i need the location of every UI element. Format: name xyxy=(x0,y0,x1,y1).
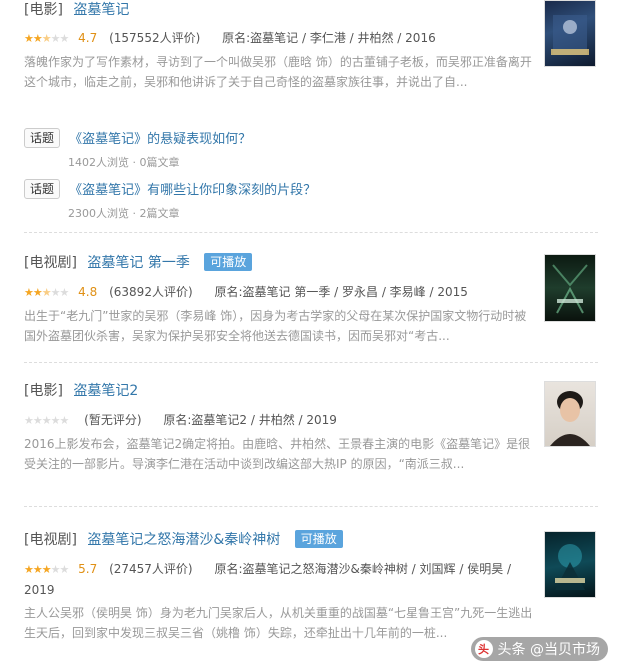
playable-badge[interactable]: 可播放 xyxy=(294,530,343,548)
result-origin: 原名:盗墓笔记 第一季 / 罗永昌 / 李易峰 / 2015 xyxy=(214,285,468,299)
poster-image[interactable] xyxy=(544,0,596,67)
rating-score: 4.8 xyxy=(78,285,98,299)
rating-count: (157552人评价) xyxy=(109,31,201,45)
poster-art-icon xyxy=(555,544,585,590)
star-rating-icon: ★★★★★ xyxy=(24,286,69,299)
topic-meta: 1402人浏览 · 0篇文章 xyxy=(68,155,180,169)
search-result: [电视剧] 盗墓笔记 第一季 可播放 ★★★★★ 4.8 (63892人评价) … xyxy=(24,253,598,346)
result-category: [电影] xyxy=(24,383,63,399)
star-rating-icon: ★★★★★ xyxy=(24,32,69,45)
rating-score: 5.7 xyxy=(78,562,98,576)
result-origin: 原名:盗墓笔记 / 李仁港 / 井柏然 / 2016 xyxy=(222,31,436,45)
result-description: 落魄作家为了写作素材，寻访到了一个叫做吴邪（鹿晗 饰）的古董铺子老板，而吴邪正准… xyxy=(24,55,532,89)
topic-item[interactable]: 话题 《盗墓笔记》有哪些让你印象深刻的片段？ 2300人浏览 · 2篇文章 xyxy=(24,178,544,221)
result-title-link[interactable]: 盗墓笔记 第一季 xyxy=(87,255,189,271)
portrait-icon xyxy=(550,391,590,446)
divider xyxy=(24,506,598,507)
star-rating-icon: ★★★★★ xyxy=(24,563,69,576)
result-category: [电影] xyxy=(24,2,63,18)
rating-count: (暂无评分) xyxy=(84,413,142,427)
result-title-link[interactable]: 盗墓笔记之怒海潜沙&秦岭神树 xyxy=(87,532,280,548)
result-description: 2016上影发布会，盗墓笔记2确定将拍。由鹿晗、井柏然、王景春主演的电影《盗墓笔… xyxy=(24,437,531,471)
divider xyxy=(24,362,598,363)
search-result: [电影] 盗墓笔记 ★★★★★ 4.7 (157552人评价) 原名:盗墓笔记 … xyxy=(24,0,598,92)
result-origin: 原名:盗墓笔记之怒海潜沙&秦岭神树 / 刘国辉 / 侯明昊 / xyxy=(214,562,512,576)
poster-image[interactable] xyxy=(544,381,596,447)
watermark: 头 头条 @当贝市场 xyxy=(470,637,608,661)
topic-tag: 话题 xyxy=(24,127,61,148)
poster-art-icon xyxy=(551,15,589,55)
toutiao-logo-icon: 头 xyxy=(474,640,493,658)
result-origin-year: 2019 xyxy=(24,583,55,597)
poster-image[interactable] xyxy=(544,531,596,598)
watermark-text: 头条 @当贝市场 xyxy=(497,642,600,658)
star-rating-icon: ★★★★★ xyxy=(24,414,69,427)
result-origin: 原名:盗墓笔记2 / 井柏然 / 2019 xyxy=(163,413,337,427)
result-title-link[interactable]: 盗墓笔记2 xyxy=(73,383,138,399)
playable-badge[interactable]: 可播放 xyxy=(204,253,253,271)
poster-image[interactable] xyxy=(544,254,596,322)
result-category: [电视剧] xyxy=(24,532,77,548)
divider xyxy=(24,232,598,233)
search-result: [电影] 盗墓笔记2 ★★★★★ (暂无评分) 原名:盗墓笔记2 / 井柏然 /… xyxy=(24,381,598,474)
rating-score: 4.7 xyxy=(78,31,98,45)
search-result: [电视剧] 盗墓笔记之怒海潜沙&秦岭神树 可播放 ★★★★★ 5.7 (2745… xyxy=(24,530,598,643)
poster-art-icon xyxy=(552,264,588,314)
result-category: [电视剧] xyxy=(24,255,77,271)
topic-title-link[interactable]: 《盗墓笔记》有哪些让你印象深刻的片段？ xyxy=(69,183,316,198)
result-title-link[interactable]: 盗墓笔记 xyxy=(73,2,129,18)
topic-item[interactable]: 话题 《盗墓笔记》的悬疑表现如何？ 1402人浏览 · 0篇文章 xyxy=(24,127,544,170)
result-description: 主人公吴邪（侯明昊 饰）身为老九门吴家后人，从机关重重的战国墓“七星鲁王宫”九死… xyxy=(24,606,533,640)
topic-tag: 话题 xyxy=(24,178,61,199)
topic-meta: 2300人浏览 · 2篇文章 xyxy=(68,206,180,220)
topic-title-link[interactable]: 《盗墓笔记》的悬疑表现如何？ xyxy=(69,132,251,147)
rating-count: (27457人评价) xyxy=(109,562,193,576)
result-description: 出生于“老九门”世家的吴邪（李易峰 饰），因身为考古学家的父母在某次保护国家文物… xyxy=(24,309,527,343)
rating-count: (63892人评价) xyxy=(109,285,193,299)
